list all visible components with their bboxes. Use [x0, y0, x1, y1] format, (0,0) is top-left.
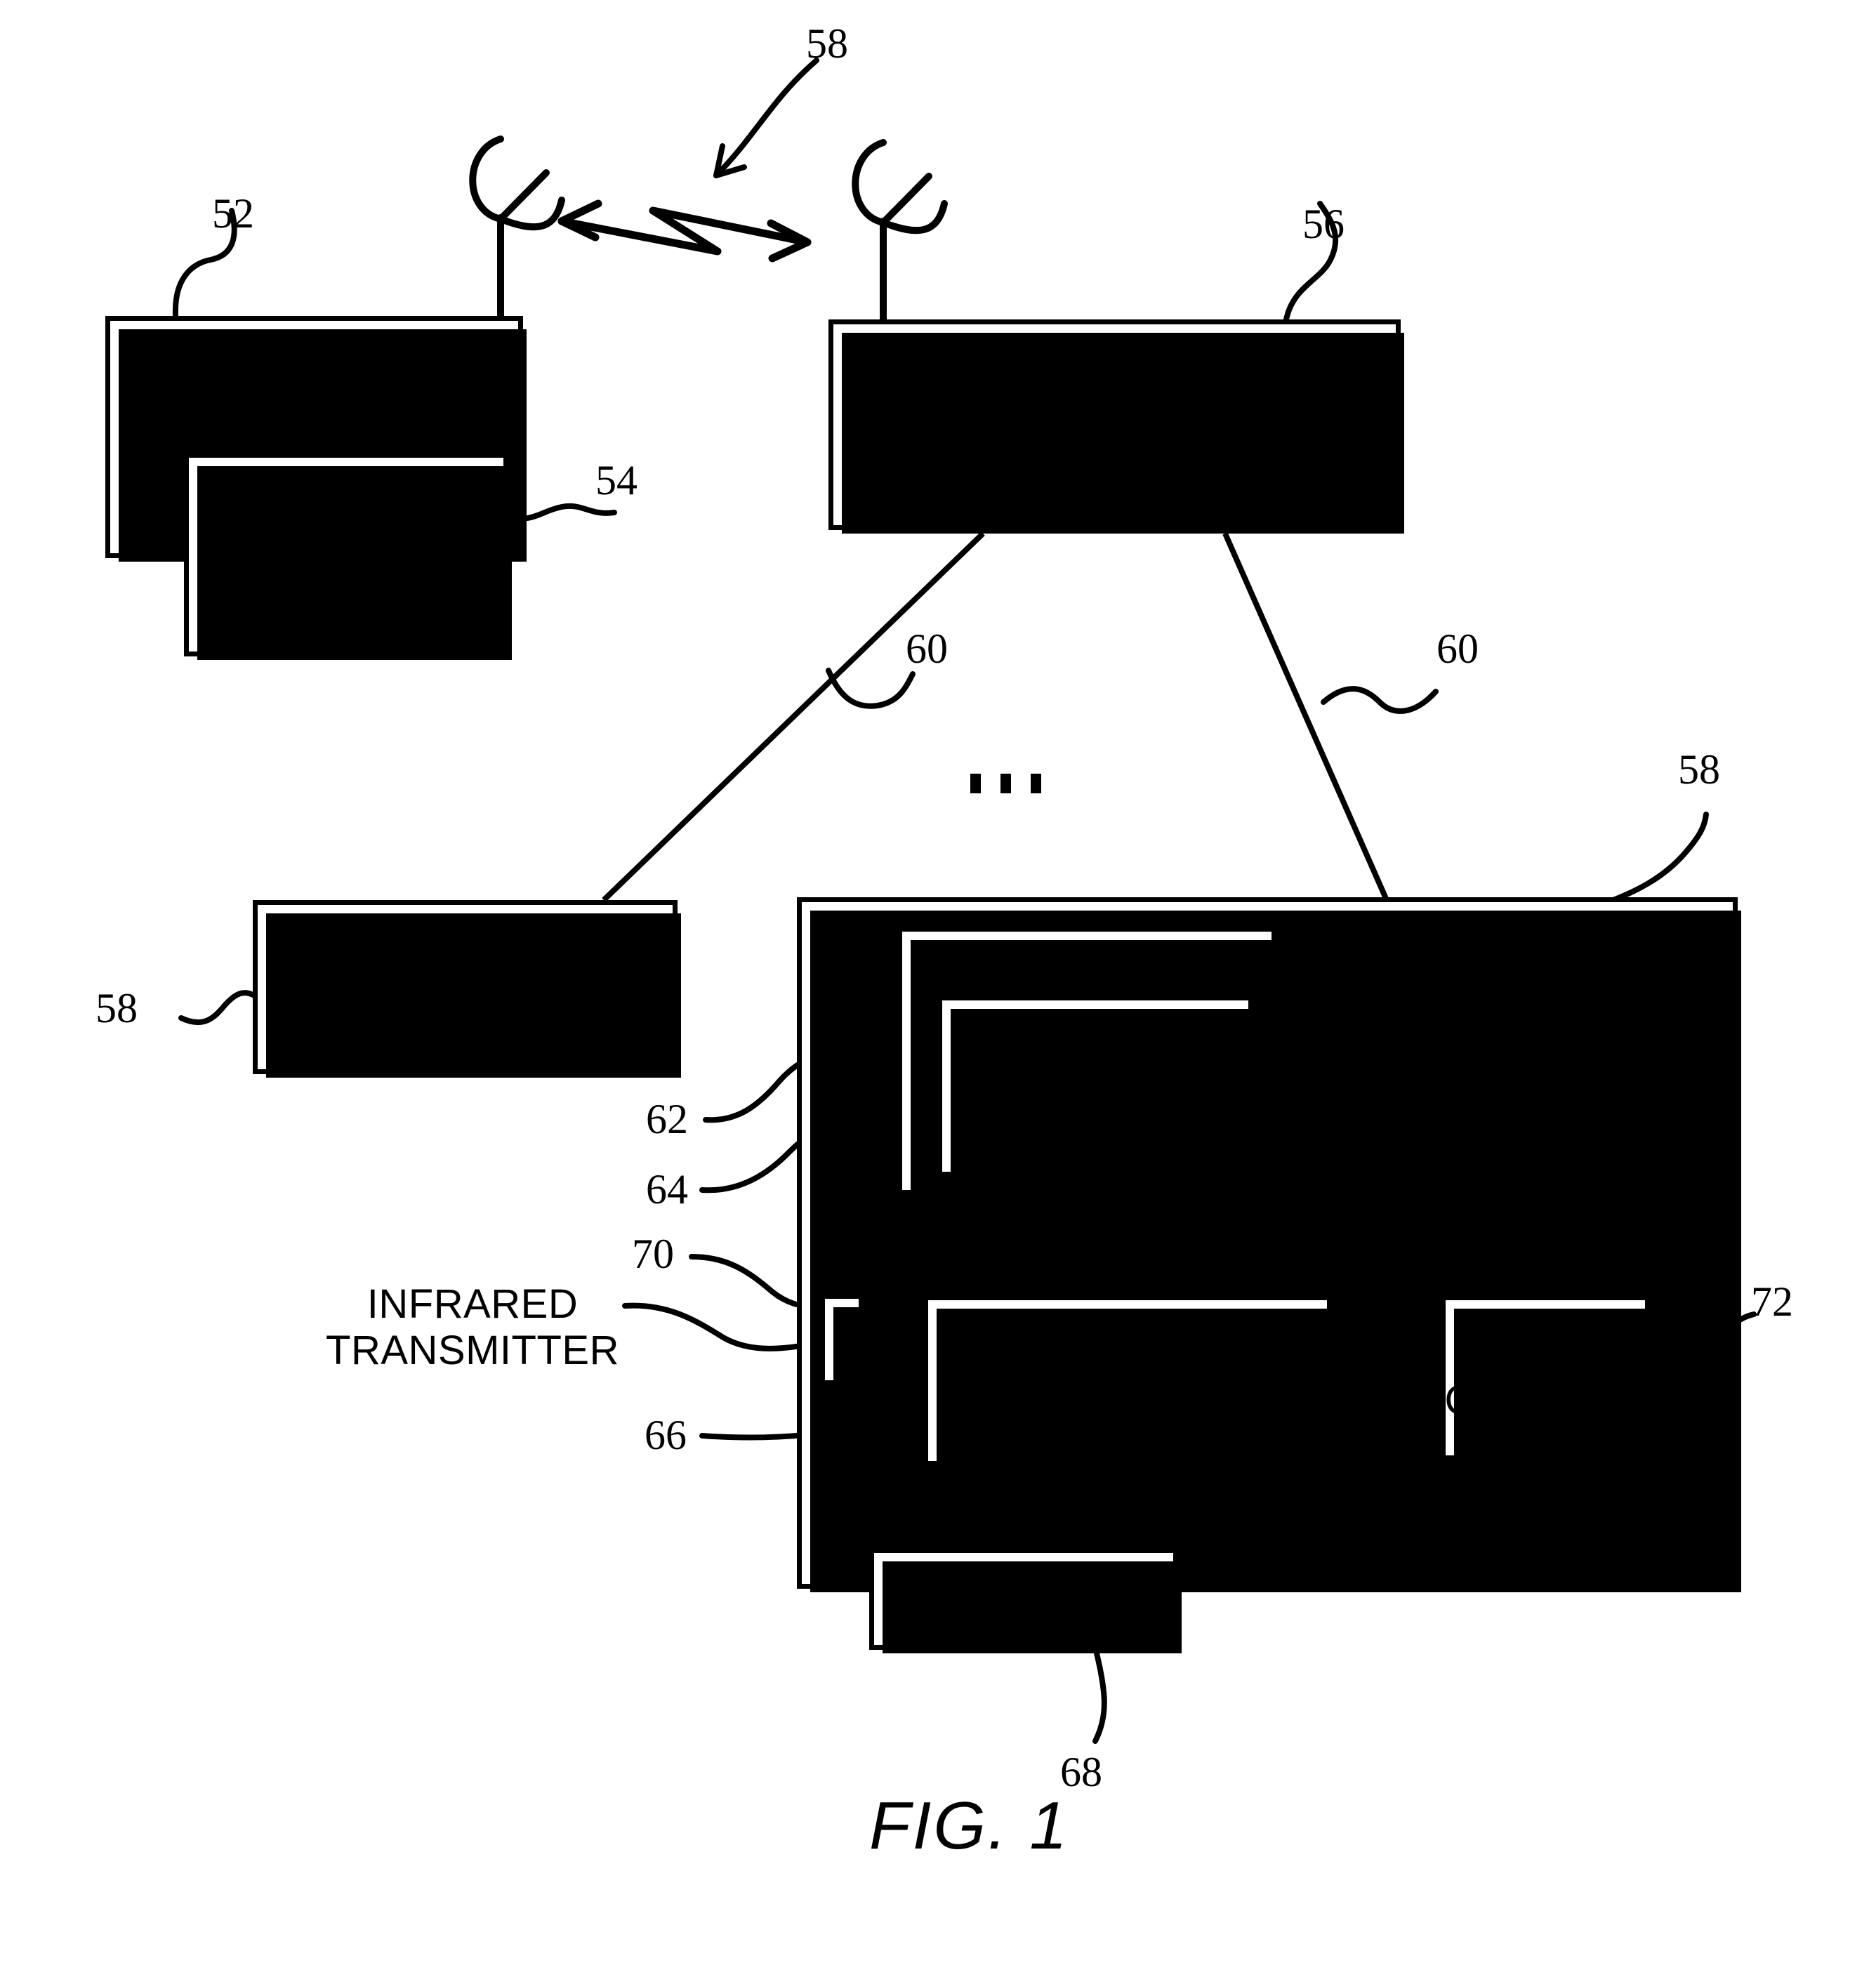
distribution-path-left	[602, 531, 985, 902]
user-television-equipment-line-1: USER TELEVISION	[280, 941, 650, 987]
user-television-equipment-line-2: EQUIPMENT	[342, 986, 588, 1032]
distribution-path-right	[1222, 532, 1389, 901]
leader-58-wireless	[713, 58, 819, 178]
patent-figure-page: MAIN FACILITY PROGRAM GUIDE DATABASE TEL…	[0, 0, 1876, 1977]
remote-control-line-2: CONTROL	[1444, 1377, 1646, 1423]
infrared-transmitter-line-1: INFRARED	[366, 1281, 579, 1327]
leader-60-right	[1321, 686, 1439, 714]
videocassette-recorder-line-2: RECORDER	[1010, 1380, 1246, 1426]
antenna-distribution-facility	[852, 139, 948, 323]
ref-60-right: 60	[1436, 626, 1479, 672]
program-guide-database-line-3: DATABASE	[239, 576, 454, 623]
ref-70: 70	[632, 1231, 674, 1277]
videocassette-recorder-box[interactable]: VIDEOCASSETTE RECORDER	[923, 1295, 1335, 1469]
television-box[interactable]: TELEVISION	[869, 1548, 1182, 1653]
television-label: TELEVISION	[901, 1575, 1146, 1622]
ref-58-user-equipment: 58	[95, 985, 138, 1031]
leader-58-container	[1605, 812, 1709, 905]
program-guide-database-line-1: PROGRAM	[239, 485, 453, 531]
remote-control-box[interactable]: REMOTE CONTROL	[1441, 1295, 1653, 1464]
program-listings-database-line-2: LISTINGS	[1003, 1063, 1188, 1109]
antenna-main-facility	[469, 135, 565, 319]
ellipsis-dot	[970, 774, 981, 793]
user-television-equipment-box[interactable]: USER TELEVISION EQUIPMENT	[253, 900, 681, 1078]
program-listings-database-line-3: DATABASE	[990, 1107, 1201, 1153]
leader-60-left	[826, 668, 916, 709]
figure-caption: FIG. 1	[869, 1788, 1069, 1863]
ellipsis-dot	[1000, 774, 1011, 793]
ref-56: 56	[1302, 201, 1345, 247]
wireless-link-arrow	[557, 199, 812, 263]
television-distribution-facility-line-2: DISTRIBUTION FACILITY	[857, 425, 1373, 473]
infrared-transmitter-device[interactable]	[820, 1294, 867, 1389]
ref-64: 64	[646, 1166, 688, 1212]
program-guide-database-box[interactable]: PROGRAM GUIDE DATABASE	[184, 453, 512, 660]
set-top-box-label: SET TOP BOX	[950, 946, 1224, 992]
ref-60-left: 60	[906, 626, 948, 672]
program-listings-database-box[interactable]: PROGRAM LISTINGS DATABASE	[937, 996, 1257, 1180]
ref-66: 66	[645, 1412, 687, 1458]
ref-58-wireless: 58	[806, 20, 848, 67]
television-distribution-facility-line-1: TELEVISION	[984, 376, 1245, 425]
ref-52: 52	[212, 190, 254, 237]
ref-54: 54	[595, 457, 638, 503]
ellipsis-more-equipment	[970, 774, 1041, 793]
leader-infrared-transmitter-label	[622, 1302, 823, 1351]
videocassette-recorder-line-1: VIDEOCASSETTE	[954, 1334, 1301, 1380]
infrared-transmitter-line-2: TRANSMITTER	[326, 1328, 619, 1374]
ref-62: 62	[646, 1096, 688, 1142]
program-listings-database-line-1: PROGRAM	[990, 1018, 1201, 1064]
infrared-transmitter-label: INFRARED TRANSMITTER	[315, 1281, 630, 1374]
ref-72: 72	[1751, 1278, 1793, 1325]
leader-58-user-equipment	[178, 990, 257, 1025]
main-facility-label: MAIN FACILITY	[161, 349, 467, 396]
remote-control-line-1: REMOTE	[1457, 1331, 1634, 1377]
program-guide-database-line-2: GUIDE	[280, 531, 412, 577]
television-distribution-facility-box[interactable]: TELEVISION DISTRIBUTION FACILITY	[828, 319, 1404, 534]
ref-58-container: 58	[1678, 746, 1720, 793]
ellipsis-dot	[1031, 774, 1041, 793]
